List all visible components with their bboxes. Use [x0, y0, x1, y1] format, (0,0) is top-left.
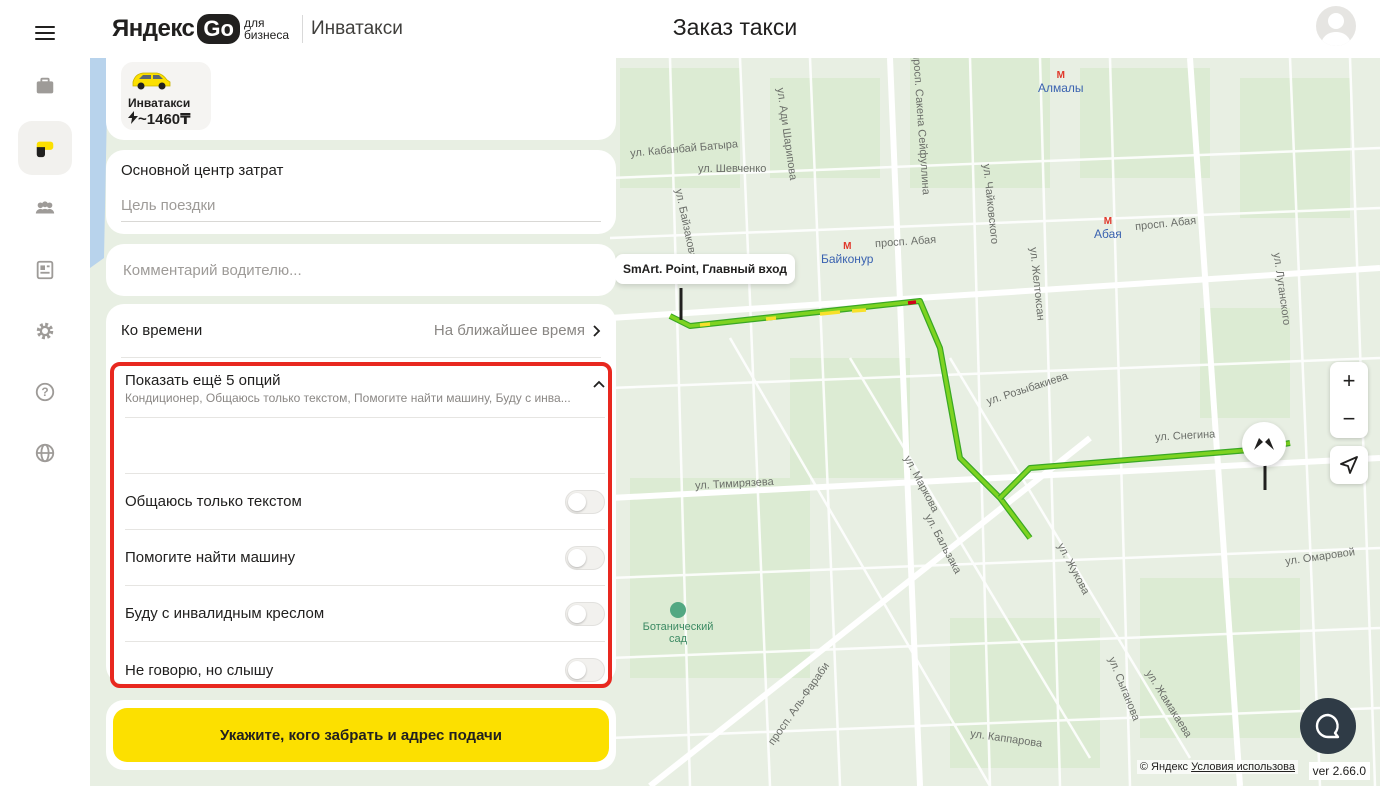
cost-center-card: Основной центр затрат	[106, 150, 616, 234]
zoom-in-button[interactable]: +	[1330, 362, 1368, 400]
option-mute-but-hear[interactable]: Не говорю, но слышу	[125, 642, 605, 698]
set-pickup-button[interactable]: Укажите, кого забрать и адрес подачи	[113, 708, 609, 762]
option-wheelchair[interactable]: Буду с инвалидным креслом	[125, 586, 605, 642]
more-options-summary: Кондиционер, Общаюсь только текстом, Пом…	[125, 391, 571, 405]
tariff-price: ~1460₸	[128, 110, 191, 128]
more-options-title: Показать ещё 5 опций	[125, 372, 281, 389]
reports-icon[interactable]	[18, 243, 72, 297]
app-version: ver 2.66.0	[1308, 762, 1370, 780]
tariff-card: Инватакси ~1460₸	[106, 48, 616, 140]
trip-purpose-input[interactable]	[121, 190, 601, 222]
street-label: ул. Шевченко	[698, 163, 767, 175]
option-text-only[interactable]: Общаюсь только текстом	[125, 474, 605, 530]
map-copyright: © Яндекс Условия использова	[1136, 760, 1298, 774]
zoom-out-button[interactable]: −	[1330, 400, 1368, 438]
globe-icon[interactable]	[18, 426, 72, 480]
tariff-name: Инватакси	[128, 96, 191, 110]
page-title: Заказ такси	[672, 14, 798, 40]
comment-card	[106, 244, 616, 296]
locate-control	[1330, 446, 1368, 484]
driver-comment-input[interactable]	[123, 256, 593, 284]
option-label: Не говорю, но слышу	[125, 661, 274, 679]
taxi-icon[interactable]	[18, 121, 72, 175]
option-help-find-car[interactable]: Помогите найти машину	[125, 530, 605, 586]
tariff-option[interactable]: Инватакси ~1460₸	[121, 62, 211, 130]
chevron-right-icon	[593, 324, 601, 337]
poi-label: Ботанический сад	[642, 621, 714, 645]
chat-icon	[1315, 713, 1340, 739]
locate-icon[interactable]	[1330, 446, 1368, 484]
terms-link[interactable]: Условия использова	[1191, 761, 1295, 773]
options-highlight: Показать ещё 5 опций Кондиционер, Общаюс…	[110, 362, 612, 688]
lightning-icon	[128, 111, 138, 124]
option-toggle[interactable]	[565, 489, 605, 514]
sidebar: ?	[0, 0, 90, 786]
gear-icon[interactable]	[18, 304, 72, 358]
finish-flag-icon[interactable]	[1242, 422, 1286, 466]
metro-station: М Абая	[1094, 216, 1122, 241]
briefcase-icon[interactable]	[18, 59, 72, 113]
option-label: Помогите найти машину	[125, 549, 296, 566]
schedule-time-label: Ко времени	[121, 322, 203, 339]
schedule-time-value: На ближайшее время	[434, 322, 601, 339]
users-icon[interactable]	[18, 181, 72, 235]
metro-station: М Алмалы	[1038, 70, 1084, 95]
option-toggle[interactable]	[565, 545, 605, 570]
car-icon	[132, 72, 171, 90]
schedule-time-row[interactable]: Ко времени На ближайшее время	[121, 304, 601, 358]
zoom-controls: + −	[1330, 362, 1368, 438]
chevron-up-icon	[593, 380, 605, 388]
help-icon[interactable]: ?	[18, 365, 72, 419]
more-options-toggle[interactable]: Показать ещё 5 опций Кондиционер, Общаюс…	[125, 370, 605, 418]
pickup-label[interactable]: SmArt. Point, Главный вход	[615, 254, 795, 284]
metro-station: М Байконур	[821, 241, 874, 266]
cost-center-title[interactable]: Основной центр затрат	[121, 162, 283, 179]
option-label: Буду с инвалидным креслом	[125, 605, 325, 622]
option-row-empty	[125, 418, 605, 474]
svg-text:?: ?	[41, 385, 48, 399]
option-toggle[interactable]	[565, 601, 605, 626]
avatar[interactable]	[1316, 6, 1356, 46]
option-toggle[interactable]	[565, 658, 605, 682]
cta-card: Укажите, кого забрать и адрес подачи	[106, 700, 616, 770]
chat-button[interactable]	[1300, 698, 1356, 754]
time-options-card: Ко времени На ближайшее время Показать е…	[106, 304, 616, 688]
header: Яндекс Go для бизнеса Инватакси Заказ та…	[90, 0, 1380, 58]
menu-icon[interactable]	[35, 26, 55, 40]
option-label: Общаюсь только текстом	[125, 493, 302, 510]
